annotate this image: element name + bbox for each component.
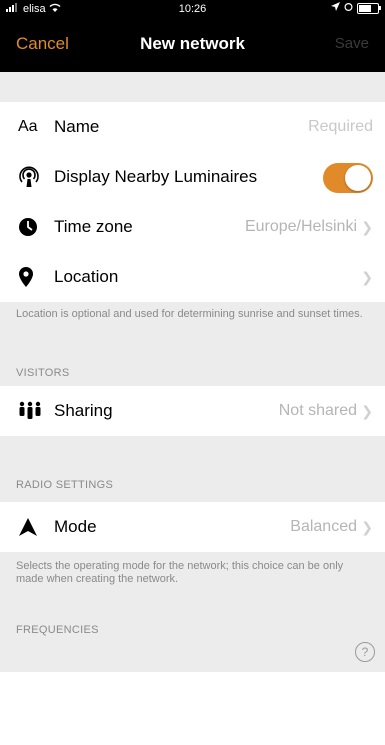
radio-settings-section-header: RADIO SETTINGS xyxy=(16,479,114,491)
map-pin-icon xyxy=(18,267,54,287)
status-bar: elisa 10:26 xyxy=(0,0,385,18)
chevron-right-icon: ❯ xyxy=(361,218,373,235)
chevron-right-icon: ❯ xyxy=(361,402,373,419)
location-note: Location is optional and used for determ… xyxy=(16,308,363,320)
mode-value: Balanced xyxy=(290,518,357,535)
name-label: Name xyxy=(54,117,100,136)
clock-icon xyxy=(18,217,54,237)
alarm-icon xyxy=(344,2,353,14)
nearby-luminaires-toggle[interactable] xyxy=(323,163,373,193)
people-icon xyxy=(18,401,54,421)
location-arrow-icon xyxy=(331,2,340,14)
mode-triangle-icon xyxy=(18,517,54,537)
toggle-knob xyxy=(345,165,371,191)
help-button[interactable]: ? xyxy=(355,642,375,662)
clock: 10:26 xyxy=(178,3,207,15)
mode-row[interactable]: Mode Balanced ❯ xyxy=(0,502,385,552)
location-row[interactable]: Location ❯ xyxy=(0,252,385,302)
sharing-row[interactable]: Sharing Not shared ❯ xyxy=(0,386,385,436)
save-button[interactable]: Save xyxy=(335,35,369,52)
time-zone-value: Europe/Helsinki xyxy=(244,218,357,235)
text-format-icon: Aa xyxy=(18,118,38,135)
broadcast-icon xyxy=(18,166,54,188)
mode-label: Mode xyxy=(54,517,97,536)
settings-list: Aa Name Required Display Nearby Luminair… xyxy=(0,72,385,672)
sharing-value: Not shared xyxy=(278,402,357,419)
mode-note: Selects the operating mode for the netwo… xyxy=(16,560,344,585)
time-zone-row[interactable]: Time zone Europe/Helsinki ❯ xyxy=(0,202,385,252)
name-row[interactable]: Aa Name Required xyxy=(0,102,385,152)
navigation-bar: Cancel New network Save xyxy=(0,18,385,72)
nearby-luminaires-label: Display Nearby Luminaires xyxy=(54,167,258,186)
visitors-section-header: VISITORS xyxy=(16,367,70,379)
sharing-label: Sharing xyxy=(54,401,113,420)
battery-icon xyxy=(357,2,381,14)
name-input[interactable]: Required xyxy=(308,118,373,136)
chevron-right-icon: ❯ xyxy=(361,518,373,535)
nearby-luminaires-row: Display Nearby Luminaires xyxy=(0,152,385,202)
chevron-right-icon: ❯ xyxy=(361,268,373,285)
frequencies-section-header: FREQUENCIES xyxy=(16,624,99,636)
location-label: Location xyxy=(54,267,119,286)
page-title: New network xyxy=(140,34,245,53)
time-zone-label: Time zone xyxy=(54,217,133,236)
